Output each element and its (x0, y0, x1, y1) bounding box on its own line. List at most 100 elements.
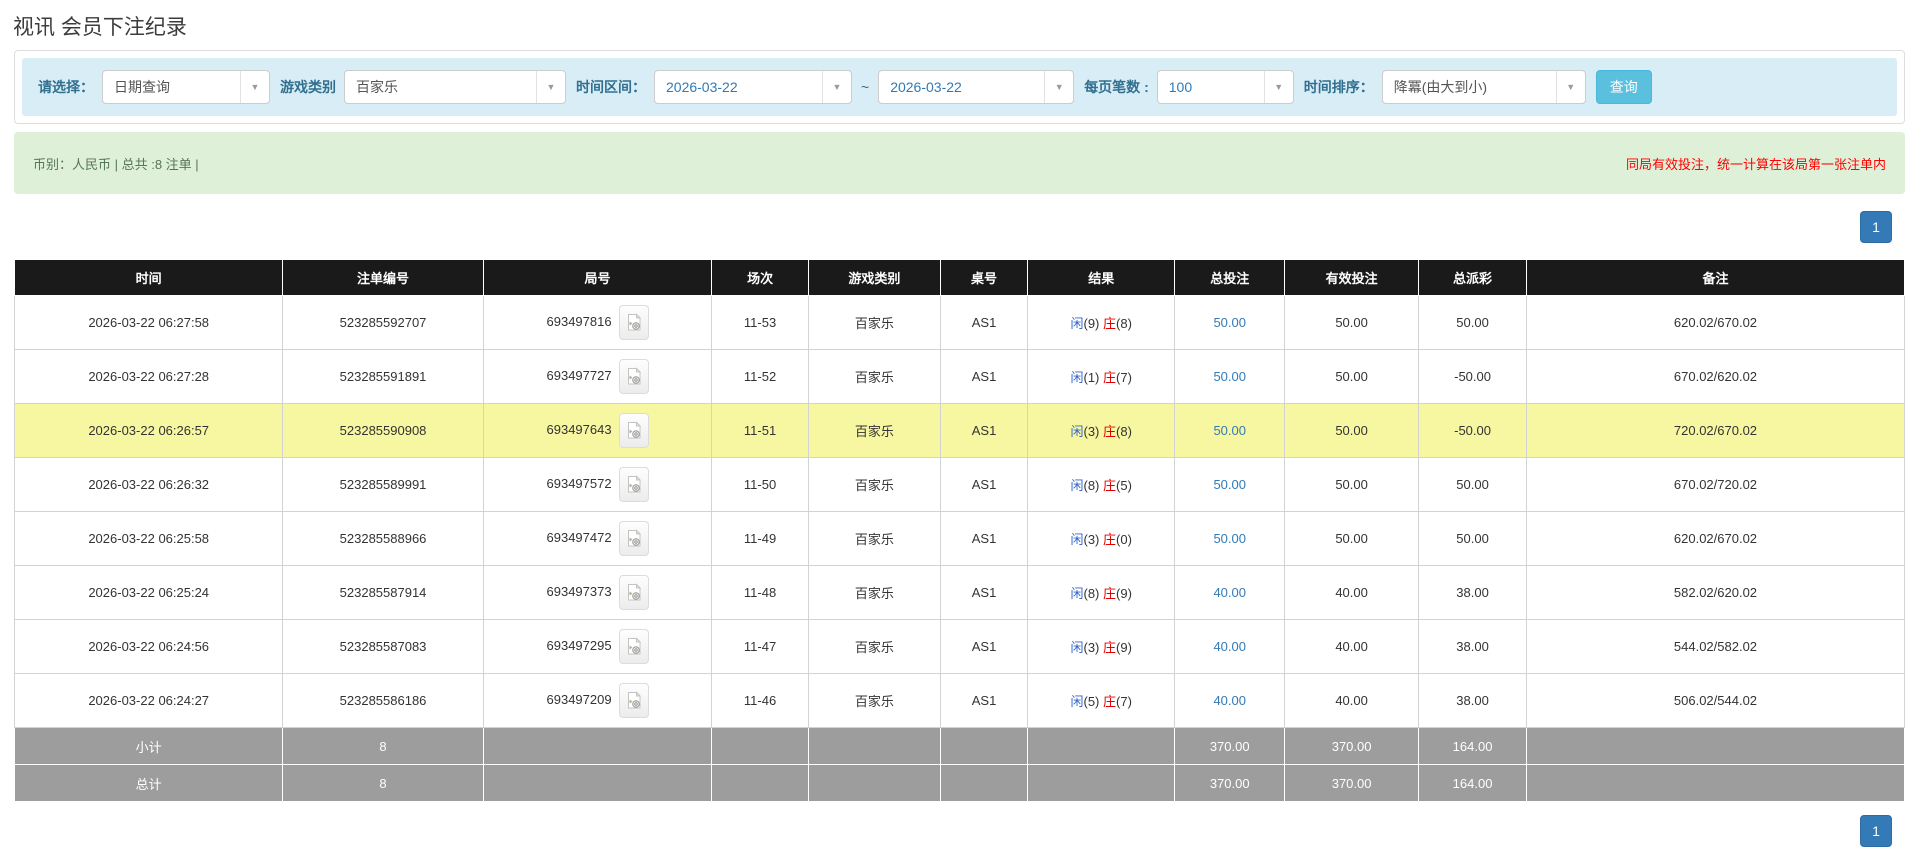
cell-time: 2026-03-22 06:24:56 (15, 620, 283, 674)
date-from-select[interactable]: 2026-03-22 ▼ (654, 70, 852, 104)
table-row: 2026-03-22 06:25:58 523285588966 6934974… (15, 512, 1905, 566)
round-video-button[interactable] (619, 575, 649, 610)
currency-total-text: 币别：人民币 | 总共 :8 注单 | (33, 154, 199, 173)
summary-label: 总计 (15, 765, 283, 802)
total-bet-link[interactable]: 50.00 (1213, 315, 1246, 330)
video-record-icon (626, 583, 642, 602)
cell-total-bet: 50.00 (1175, 512, 1285, 566)
cell-total-bet: 40.00 (1175, 620, 1285, 674)
summary-total-payout: 164.00 (1419, 765, 1527, 802)
date-range-separator: ~ (861, 79, 869, 95)
cell-table-no: AS1 (941, 458, 1028, 512)
filter-panel: 请选择： 日期查询 ▼ 游戏类别 百家乐 ▼ 时间区间： 2026-03-22 … (14, 50, 1905, 124)
cell-payout: 50.00 (1419, 296, 1527, 350)
cell-remark: 670.02/620.02 (1526, 350, 1904, 404)
page-title: 视讯 会员下注纪录 (13, 11, 1919, 41)
cell-valid-bet: 40.00 (1285, 620, 1419, 674)
round-video-button[interactable] (619, 467, 649, 502)
cell-time: 2026-03-22 06:26:57 (15, 404, 283, 458)
result-player-label: 闲 (1070, 370, 1083, 385)
page-1-button[interactable]: 1 (1860, 211, 1892, 243)
cell-game-type: 百家乐 (808, 350, 940, 404)
video-record-icon (626, 421, 642, 440)
game-type-select[interactable]: 百家乐 ▼ (344, 70, 566, 104)
sort-order-value: 降冪(由大到小) (1383, 77, 1556, 97)
round-video-button[interactable] (619, 305, 649, 340)
round-video-button[interactable] (619, 521, 649, 556)
column-header: 场次 (712, 260, 808, 296)
round-video-button[interactable] (619, 683, 649, 718)
query-type-value: 日期查询 (103, 77, 240, 97)
video-record-icon (626, 475, 642, 494)
column-header: 桌号 (941, 260, 1028, 296)
page-size-value: 100 (1158, 79, 1264, 95)
column-header: 局号 (483, 260, 712, 296)
table-row: 2026-03-22 06:25:24 523285587914 6934973… (15, 566, 1905, 620)
same-round-notice-text: 同局有效投注，统一计算在该局第一张注单内 (1626, 154, 1886, 173)
cell-total-bet: 50.00 (1175, 350, 1285, 404)
date-to-select[interactable]: 2026-03-22 ▼ (878, 70, 1074, 104)
cell-bet-id: 523285587083 (283, 620, 483, 674)
video-record-icon (626, 313, 642, 332)
cell-session: 11-51 (712, 404, 808, 458)
table-body: 2026-03-22 06:27:58 523285592707 6934978… (15, 296, 1905, 728)
table-row: 2026-03-22 06:27:28 523285591891 6934977… (15, 350, 1905, 404)
summary-total-payout: 164.00 (1419, 728, 1527, 765)
cell-session: 11-52 (712, 350, 808, 404)
cell-result: 闲(8) 庄(9) (1028, 566, 1175, 620)
pagination-top: 1 (0, 211, 1892, 243)
cell-payout: 50.00 (1419, 512, 1527, 566)
page-size-label: 每页笔数 : (1084, 77, 1149, 97)
date-to-value: 2026-03-22 (879, 79, 1044, 95)
column-header: 注单编号 (283, 260, 483, 296)
cell-payout: 50.00 (1419, 458, 1527, 512)
round-video-button[interactable] (619, 629, 649, 664)
cell-total-bet: 50.00 (1175, 296, 1285, 350)
cell-time: 2026-03-22 06:26:32 (15, 458, 283, 512)
cell-remark: 582.02/620.02 (1526, 566, 1904, 620)
cell-bet-id: 523285588966 (283, 512, 483, 566)
chevron-down-icon: ▼ (1264, 71, 1293, 103)
cell-table-no: AS1 (941, 674, 1028, 728)
total-bet-link[interactable]: 40.00 (1213, 693, 1246, 708)
column-header: 总派彩 (1419, 260, 1527, 296)
cell-remark: 620.02/670.02 (1526, 512, 1904, 566)
cell-table-no: AS1 (941, 566, 1028, 620)
cell-table-no: AS1 (941, 512, 1028, 566)
round-video-button[interactable] (619, 413, 649, 448)
column-header: 游戏类别 (808, 260, 940, 296)
game-type-label: 游戏类别 (280, 77, 336, 97)
total-bet-link[interactable]: 40.00 (1213, 585, 1246, 600)
chevron-down-icon: ▼ (536, 71, 565, 103)
cell-bet-id: 523285586186 (283, 674, 483, 728)
total-bet-link[interactable]: 40.00 (1213, 639, 1246, 654)
sort-order-select[interactable]: 降冪(由大到小) ▼ (1382, 70, 1586, 104)
result-banker-label: 庄 (1103, 424, 1116, 439)
cell-round-id: 693497209 (483, 674, 712, 728)
result-banker-label: 庄 (1103, 316, 1116, 331)
summary-count: 8 (283, 765, 483, 802)
cell-bet-id: 523285591891 (283, 350, 483, 404)
total-bet-link[interactable]: 50.00 (1213, 423, 1246, 438)
page-size-select[interactable]: 100 ▼ (1157, 70, 1294, 104)
round-video-button[interactable] (619, 359, 649, 394)
cell-round-id: 693497572 (483, 458, 712, 512)
page-1-button[interactable]: 1 (1860, 815, 1892, 847)
cell-session: 11-47 (712, 620, 808, 674)
summary-valid-bet: 370.00 (1285, 728, 1419, 765)
cell-time: 2026-03-22 06:25:58 (15, 512, 283, 566)
query-type-select[interactable]: 日期查询 ▼ (102, 70, 270, 104)
total-bet-link[interactable]: 50.00 (1213, 531, 1246, 546)
subtotal-row: 小计 8 370.00 370.00 164.00 (15, 728, 1905, 765)
table-header-row: 时间注单编号局号场次游戏类别桌号结果总投注有效投注总派彩备注 (15, 260, 1905, 296)
cell-table-no: AS1 (941, 350, 1028, 404)
query-button[interactable]: 查询 (1596, 70, 1652, 104)
cell-valid-bet: 40.00 (1285, 674, 1419, 728)
total-bet-link[interactable]: 50.00 (1213, 369, 1246, 384)
cell-round-id: 693497727 (483, 350, 712, 404)
cell-bet-id: 523285592707 (283, 296, 483, 350)
column-header: 时间 (15, 260, 283, 296)
cell-remark: 620.02/670.02 (1526, 296, 1904, 350)
cell-total-bet: 40.00 (1175, 674, 1285, 728)
total-bet-link[interactable]: 50.00 (1213, 477, 1246, 492)
